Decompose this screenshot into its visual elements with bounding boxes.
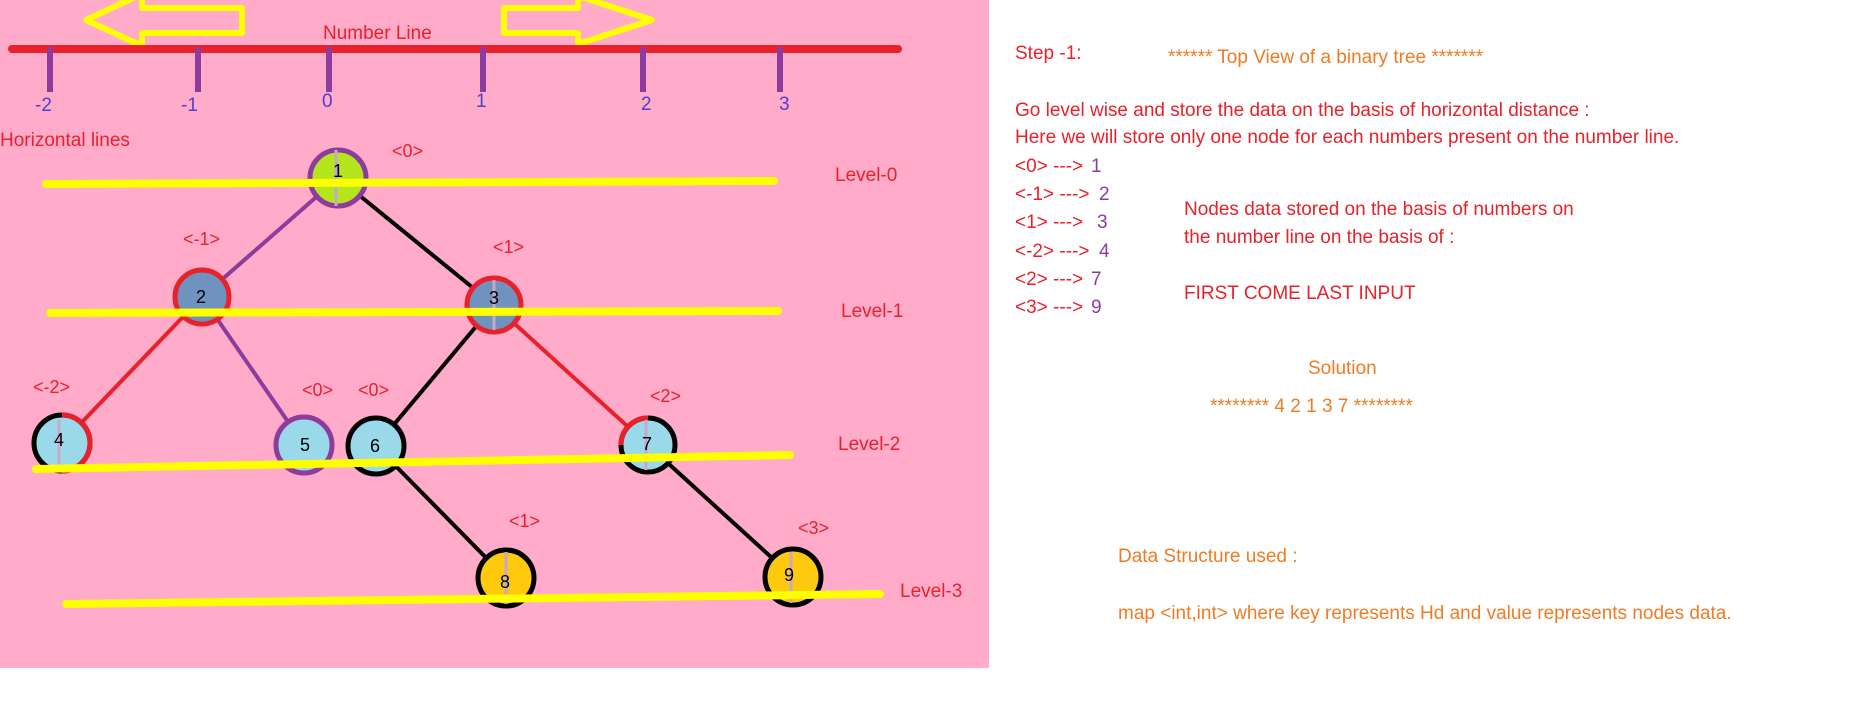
top-view-diagram: Number Line -2 -1 0 1 2 3 Horizontal lin…: [0, 0, 1732, 668]
map-entry-key: <1> --->: [1015, 212, 1083, 233]
hd-label: <0>: [358, 380, 389, 400]
hd-label: <1>: [509, 511, 540, 531]
tree-node: 4: [31, 412, 93, 474]
map-entry-value: 3: [1097, 212, 1108, 233]
hd-label: <3>: [798, 518, 829, 538]
rule-text: FIRST COME LAST INPUT: [1184, 283, 1416, 304]
hd-label: <0>: [302, 380, 333, 400]
notes-line-1: Go level wise and store the data on the …: [1015, 100, 1590, 121]
tick-label: 3: [779, 94, 790, 115]
map-entry-key: <3> --->: [1015, 297, 1083, 318]
map-entry-value: 4: [1099, 241, 1110, 262]
map-entry-key: <0> --->: [1015, 156, 1083, 177]
tick-label: -1: [181, 95, 198, 116]
hd-label: <0>: [392, 141, 423, 161]
node-label: 2: [196, 287, 206, 307]
node-label: 9: [784, 565, 794, 585]
data-structure-value: map <int,int> where key represents Hd an…: [1118, 603, 1732, 624]
notes-panel: Step -1: ****** Top View of a binary tre…: [1015, 43, 1732, 624]
map-entries: <0> ---> 1 <-1> ---> 2 <1> ---> 3 <-2> -…: [1015, 156, 1110, 318]
level-line: [46, 307, 782, 317]
level-line: [42, 177, 778, 188]
hd-label: <1>: [493, 237, 524, 257]
map-entry-key: <-2> --->: [1015, 241, 1089, 262]
side-note-line-2: the number line on the basis of :: [1184, 227, 1454, 248]
node-label: 4: [54, 430, 64, 450]
map-entry-value: 1: [1091, 156, 1102, 177]
node-label: 5: [300, 435, 310, 455]
tick-label: 2: [641, 94, 652, 115]
tick-label: -2: [35, 95, 52, 116]
data-structure-label: Data Structure used :: [1118, 546, 1298, 567]
hd-label: <-2>: [33, 377, 70, 397]
side-note-line-1: Nodes data stored on the basis of number…: [1184, 199, 1574, 220]
notes-heading: ****** Top View of a binary tree *******: [1168, 47, 1484, 68]
node-label: 7: [642, 434, 652, 454]
horizontal-lines-label: Horizontal lines: [0, 130, 130, 151]
solution-label: Solution: [1308, 358, 1377, 379]
hd-label: <-1>: [183, 229, 220, 249]
map-entry-value: 7: [1091, 269, 1102, 290]
level-label: Level-3: [900, 581, 962, 602]
tree-node: 3: [464, 275, 524, 335]
hd-label: <2>: [650, 386, 681, 406]
map-entry-value: 2: [1099, 184, 1110, 205]
tree-node: 7: [618, 415, 678, 475]
tick-label: 1: [476, 91, 487, 112]
level-label: Level-2: [838, 434, 900, 455]
tick-label: 0: [322, 91, 333, 112]
solution-value: ******** 4 2 1 3 7 ********: [1210, 396, 1413, 417]
step-label: Step -1:: [1015, 43, 1082, 64]
map-entry-value: 9: [1091, 297, 1102, 318]
node-label: 3: [489, 288, 499, 308]
notes-line-2: Here we will store only one node for eac…: [1015, 127, 1679, 148]
number-line-title: Number Line: [323, 23, 432, 44]
map-entry-key: <2> --->: [1015, 269, 1083, 290]
node-label: 8: [500, 572, 510, 592]
level-label: Level-0: [835, 165, 897, 186]
tree-node: 1: [307, 147, 369, 209]
level-label: Level-1: [841, 301, 903, 322]
node-label: 6: [370, 436, 380, 456]
map-entry-key: <-1> --->: [1015, 184, 1089, 205]
node-label: 1: [333, 161, 343, 181]
